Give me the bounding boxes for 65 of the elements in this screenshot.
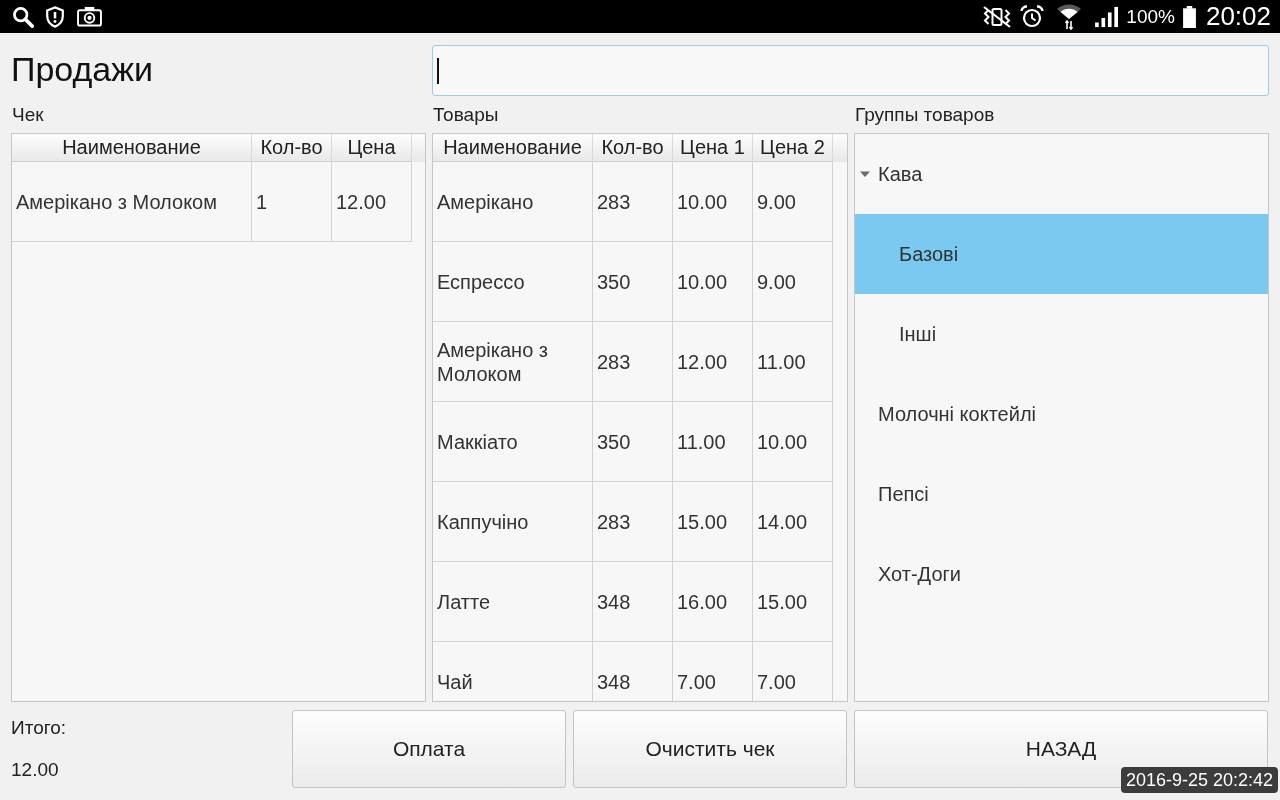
search-field[interactable] xyxy=(432,45,1269,96)
column-header: Цена 1 xyxy=(673,134,753,162)
table-cell: Амерікано з Молоком xyxy=(433,322,593,402)
battery-icon xyxy=(1182,5,1196,28)
table-cell: 16.00 xyxy=(673,562,753,642)
table-cell: Каппучіно xyxy=(433,482,593,562)
table-cell: 9.00 xyxy=(753,242,833,322)
table-cell: 283 xyxy=(593,482,673,562)
table-cell: 10.00 xyxy=(673,242,753,322)
section-label: Чек xyxy=(12,104,44,126)
section-label: Группы товаров xyxy=(855,104,995,126)
table-cell: 7.00 xyxy=(673,642,753,701)
table-cell: 348 xyxy=(593,642,673,701)
column-header: Наименование xyxy=(12,134,252,162)
table-cell: Еспрессо xyxy=(433,242,593,322)
table-cell: 348 xyxy=(593,562,673,642)
section-label: Товары xyxy=(433,104,499,126)
alarm-clock-icon xyxy=(1020,4,1045,29)
tree-item[interactable]: Молочні коктейлі xyxy=(855,374,1268,454)
muted-vibrate-icon xyxy=(982,4,1013,29)
table-cell: 10.00 xyxy=(673,162,753,242)
table-cell: Чай xyxy=(433,642,593,701)
table-cell: 9.00 xyxy=(753,162,833,242)
table-cell: Маккіато xyxy=(433,402,593,482)
table-cell: 350 xyxy=(593,402,673,482)
table-cell: 14.00 xyxy=(753,482,833,562)
battery-percent: 100% xyxy=(1126,5,1175,28)
table-cell: 7.00 xyxy=(753,642,833,701)
table-cell: Амерікано xyxy=(433,162,593,242)
search-icon xyxy=(12,5,34,28)
tree-item[interactable]: Пепсі xyxy=(855,454,1268,534)
table-cell: 283 xyxy=(593,322,673,402)
column-header: Кол-во xyxy=(593,134,673,162)
total-label: Итого: xyxy=(11,716,67,740)
table-cell: 12.00 xyxy=(673,322,753,402)
camera-icon xyxy=(77,6,102,27)
table-cell: Латте xyxy=(433,562,593,642)
clear-receipt-button[interactable]: Очистить чек xyxy=(573,710,847,788)
table-cell: 11.00 xyxy=(673,402,753,482)
wifi-icon xyxy=(1056,3,1083,30)
clock-time: 20:02 xyxy=(1205,1,1271,32)
total-value: 12.00 xyxy=(11,758,59,782)
table-cell: 15.00 xyxy=(753,562,833,642)
table-cell: 1 xyxy=(252,162,332,242)
column-header: Кол-во xyxy=(252,134,332,162)
table-cell: 15.00 xyxy=(673,482,753,562)
table-cell: 283 xyxy=(593,162,673,242)
tree-item[interactable]: Інші xyxy=(855,294,1268,374)
column-header: Цена xyxy=(332,134,412,162)
tree-item[interactable]: Кава xyxy=(855,134,1268,214)
page-title: Продажи xyxy=(11,48,153,89)
timestamp-label: 2016-9-25 20:2:42 xyxy=(1120,767,1278,793)
table-cell: 12.00 xyxy=(332,162,412,242)
column-header: Цена 2 xyxy=(753,134,833,162)
tree-item[interactable]: Хот-Доги xyxy=(855,534,1268,614)
tree-item[interactable]: Базові xyxy=(855,214,1268,294)
table-cell: Амерікано з Молоком xyxy=(12,162,252,242)
pay-button[interactable]: Оплата xyxy=(292,710,566,788)
table-cell: 10.00 xyxy=(753,402,833,482)
text-cursor xyxy=(437,57,439,84)
alert-shield-icon xyxy=(44,5,66,28)
table-cell: 11.00 xyxy=(753,322,833,402)
signal-icon xyxy=(1094,5,1121,28)
table-cell: 350 xyxy=(593,242,673,322)
column-header: Наименование xyxy=(433,134,593,162)
